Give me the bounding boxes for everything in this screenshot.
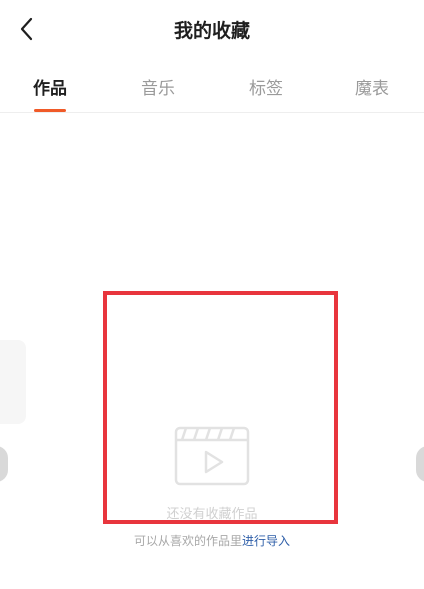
import-hint: 可以从喜欢的作品里进行导入 — [0, 532, 424, 549]
tab-bar: 作品 音乐 标签 魔表 — [0, 70, 424, 112]
tab-magic-effects[interactable]: 魔表 — [355, 74, 389, 99]
import-link[interactable]: 进行导入 — [242, 534, 290, 548]
tab-works[interactable]: 作品 — [33, 74, 67, 99]
tab-music[interactable]: 音乐 — [141, 74, 175, 99]
import-hint-text: 可以从喜欢的作品里 — [133, 534, 242, 548]
right-edge-handle[interactable] — [416, 446, 424, 482]
highlight-box — [103, 291, 338, 524]
top-bar: 我的收藏 — [0, 0, 424, 60]
page-title: 我的收藏 — [173, 20, 250, 42]
tab-tags[interactable]: 标签 — [249, 74, 283, 99]
background-card-edge — [0, 340, 26, 424]
